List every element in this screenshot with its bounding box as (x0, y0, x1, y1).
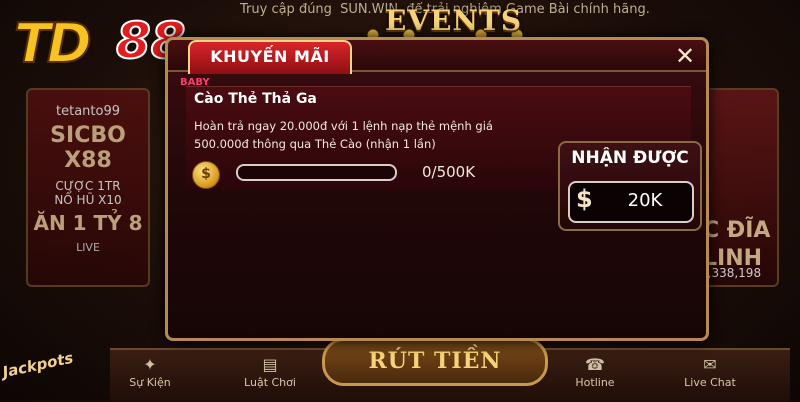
tab-promotions[interactable]: KHUYẾN MÃI (188, 40, 352, 74)
card-right-line1: C ĐĨA (703, 218, 771, 243)
live-badge: LIVE (76, 241, 100, 254)
party-icon: ✦ (143, 355, 157, 374)
progress-text: 0/500K (422, 163, 476, 181)
notice-prefix: Truy cập đúng (240, 2, 332, 17)
game-card-sicbo[interactable]: tetanto99 SICBO X88 CƯỢC 1TR NỔ HŨ X10 Ă… (26, 88, 150, 287)
promo-title: Cào Thẻ Thả Ga (194, 91, 317, 107)
card-line3: CƯỢC 1TR (55, 179, 121, 193)
nav-label-live-chat: Live Chat (684, 376, 736, 389)
reward-value-box: $ 20K (568, 181, 694, 223)
withdraw-button[interactable]: RÚT TIỀN (322, 338, 548, 386)
card-line5: ĂN 1 TỶ 8 (33, 211, 143, 235)
card-brand: tetanto99 (56, 104, 120, 119)
rules-icon: ▤ (262, 355, 278, 374)
nav-item-events[interactable]: ✦ Sự Kiện (110, 354, 190, 400)
progress-bar (236, 164, 397, 181)
promo-row: Cào Thẻ Thả Ga Hoàn trả ngay 20.000đ với… (186, 86, 702, 231)
nav-label-events: Sự Kiện (129, 376, 171, 389)
nav-label-hotline: Hotline (575, 376, 615, 389)
card-line1: SICBO (50, 123, 126, 148)
jackpot-counter: 8,338,198 (700, 266, 762, 280)
jackpot-label: Jackpots (0, 348, 75, 382)
logo-td: TD (13, 11, 93, 76)
card-line2: X88 (64, 148, 112, 173)
reward-box: NHẬN ĐƯỢC $ 20K (558, 141, 702, 231)
nav-item-rules[interactable]: ▤ Luật Chơi (230, 354, 310, 400)
jackpot-badge[interactable]: Jackpots (0, 318, 80, 382)
nav-item-hotline[interactable]: ☎ Hotline (555, 354, 635, 400)
chat-icon: ✉ (703, 355, 717, 374)
nav-item-live-chat[interactable]: ✉ Live Chat (670, 354, 750, 400)
close-icon: ✕ (674, 42, 696, 70)
reward-value: 20K (627, 190, 663, 211)
dollar-icon: $ (576, 185, 593, 213)
nav-label-rules: Luật Chơi (244, 376, 296, 389)
promotion-modal: KHUYẾN MÃI ✕ BABY Cào Thẻ Thả Ga Hoàn tr… (165, 37, 709, 341)
promo-description: Hoàn trả ngay 20.000đ với 1 lệnh nạp thẻ… (194, 119, 493, 151)
phone-icon: ☎ (585, 355, 605, 374)
coin-icon: $ (192, 161, 220, 189)
close-button[interactable]: ✕ (669, 42, 701, 70)
events-title: EVENTS (385, 4, 523, 37)
reward-label: NHẬN ĐƯỢC (571, 148, 689, 168)
card-line4: NỔ HŨ X10 (54, 193, 122, 207)
